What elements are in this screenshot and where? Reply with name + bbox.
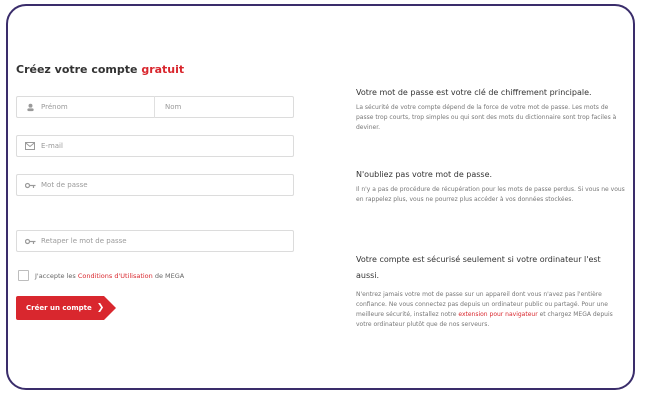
- name-field-group: Prénom Nom: [16, 96, 294, 118]
- firstname-input[interactable]: Prénom: [41, 103, 68, 111]
- terms-suffix: de MEGA: [154, 271, 185, 280]
- info-block-2: N'oubliez pas votre mot de passe. Il n'y…: [356, 170, 626, 205]
- key-icon: [21, 238, 39, 245]
- lastname-input[interactable]: Nom: [165, 103, 181, 111]
- create-account-button[interactable]: Créer un compte ❯: [16, 296, 116, 320]
- chevron-right-icon: ❯: [96, 303, 105, 313]
- info-para-3: N'entrez jamais votre mot de passe sur u…: [356, 290, 626, 330]
- terms-row: J'accepte les Conditions d'Utilisation d…: [18, 270, 184, 281]
- extension-link[interactable]: extension pour navigateur: [458, 311, 537, 318]
- key-icon: [21, 182, 39, 189]
- terms-link[interactable]: Conditions d'Utilisation: [78, 272, 153, 280]
- terms-text: J'accepte les Conditions d'Utilisation d…: [35, 272, 184, 280]
- form-title: Créez votre compte gratuit: [16, 63, 184, 76]
- password-placeholder: Mot de passe: [41, 181, 88, 189]
- password-field[interactable]: Mot de passe: [16, 174, 294, 196]
- form-title-accent: gratuit: [141, 63, 185, 76]
- email-field[interactable]: E-mail: [16, 135, 294, 157]
- info-heading-3: Votre compte est sécurisé seulement si v…: [356, 255, 601, 280]
- confirm-password-field[interactable]: Retaper le mot de passe: [16, 230, 294, 252]
- email-icon: [21, 142, 39, 150]
- user-icon: [21, 103, 39, 112]
- email-placeholder: E-mail: [41, 142, 63, 150]
- name-divider: [154, 96, 155, 118]
- info-heading-2: N'oubliez pas votre mot de passe.: [356, 170, 493, 179]
- info-para-2: Il n'y a pas de procédure de récupératio…: [356, 186, 625, 203]
- confirm-password-placeholder: Retaper le mot de passe: [41, 237, 127, 245]
- info-block-3: Votre compte est sécurisé seulement si v…: [356, 252, 626, 330]
- terms-checkbox[interactable]: [18, 270, 29, 281]
- terms-prefix: J'accepte les: [35, 271, 76, 280]
- form-title-prefix: Créez votre compte: [16, 63, 138, 76]
- create-account-label: Créer un compte: [26, 304, 92, 312]
- info-block-1: Votre mot de passe est votre clé de chif…: [356, 88, 626, 133]
- info-para-1: La sécurité de votre compte dépend de la…: [356, 104, 617, 131]
- info-heading-1: Votre mot de passe est votre clé de chif…: [356, 88, 592, 97]
